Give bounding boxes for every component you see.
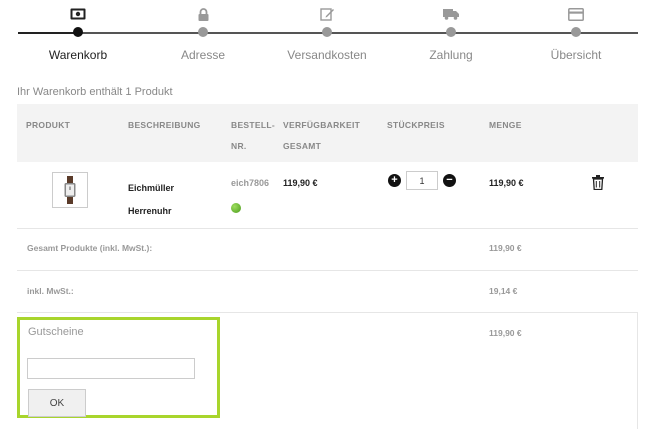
header-unit-price: STÜCKPREIS	[387, 120, 445, 130]
step-adresse[interactable]: Adresse	[143, 0, 263, 62]
coupon-input[interactable]	[27, 358, 195, 379]
availability-indicator	[231, 203, 241, 213]
vat-row: inkl. MwSt.: 19,14 €	[17, 270, 638, 313]
quantity-input[interactable]	[406, 171, 438, 190]
watch-icon	[64, 176, 76, 204]
step-warenkorb[interactable]: Warenkorb	[18, 0, 138, 62]
header-product: PRODUKT	[26, 120, 71, 130]
step-label: Zahlung	[429, 48, 473, 62]
coupon-title: Gutscheine	[28, 326, 84, 338]
step-label: Warenkorb	[48, 48, 108, 62]
cart-summary: Ihr Warenkorb enthält 1 Produkt	[17, 86, 173, 98]
step-zahlung[interactable]: Zahlung	[391, 0, 511, 62]
quantity-stepper: + −	[388, 171, 456, 190]
step-dot	[198, 27, 208, 37]
header-availability: VERFÜGBARKEIT GESAMT	[283, 120, 361, 151]
subtotal-label: Gesamt Produkte (inkl. MwSt.):	[27, 243, 153, 253]
step-label: Versandkosten	[287, 48, 367, 62]
banknote-icon	[18, 0, 138, 28]
truck-icon	[391, 0, 511, 28]
decrease-quantity-button[interactable]: −	[443, 174, 456, 187]
vat-label: inkl. MwSt.:	[27, 286, 74, 296]
step-label: Übersicht	[550, 48, 602, 62]
subtotal-value: 119,90 €	[489, 243, 522, 253]
header-order-no: BESTELL- NR.	[231, 120, 275, 151]
step-dot	[446, 27, 456, 37]
vat-value: 19,14 €	[489, 286, 518, 296]
header-quantity: MENGE	[489, 120, 522, 130]
step-uebersicht[interactable]: Übersicht	[516, 0, 636, 62]
coupon-section: Gutscheine OK	[17, 317, 220, 418]
coupon-ok-button[interactable]: OK	[28, 389, 86, 417]
order-number: eich7806	[231, 178, 270, 188]
credit-card-icon	[516, 0, 636, 28]
lock-icon	[143, 0, 263, 28]
step-dot	[73, 27, 83, 37]
header-description: BESCHREIBUNG	[128, 120, 201, 130]
coupon-total-value: 119,90 €	[489, 328, 522, 338]
step-label: Adresse	[180, 48, 226, 62]
step-dot	[322, 27, 332, 37]
unit-price: 119,90 €	[489, 178, 524, 188]
product-name[interactable]: Eichmüller Herrenuhr	[128, 177, 174, 223]
subtotal-row: Gesamt Produkte (inkl. MwSt.): 119,90 €	[17, 228, 638, 271]
product-image[interactable]	[52, 172, 88, 208]
checkout-progress: Warenkorb Adresse Versandkosten Zahlung …	[0, 0, 650, 70]
step-versandkosten[interactable]: Versandkosten	[267, 0, 387, 62]
increase-quantity-button[interactable]: +	[388, 174, 401, 187]
step-dot	[571, 27, 581, 37]
line-total: 119,90 €	[283, 178, 318, 188]
divider	[637, 312, 638, 429]
table-row: Eichmüller Herrenuhr eich7806 119,90 € + …	[17, 162, 638, 229]
edit-icon	[267, 0, 387, 28]
trash-icon[interactable]	[592, 175, 604, 195]
table-header: PRODUKT BESCHREIBUNG BESTELL- NR. VERFÜGB…	[17, 104, 638, 162]
